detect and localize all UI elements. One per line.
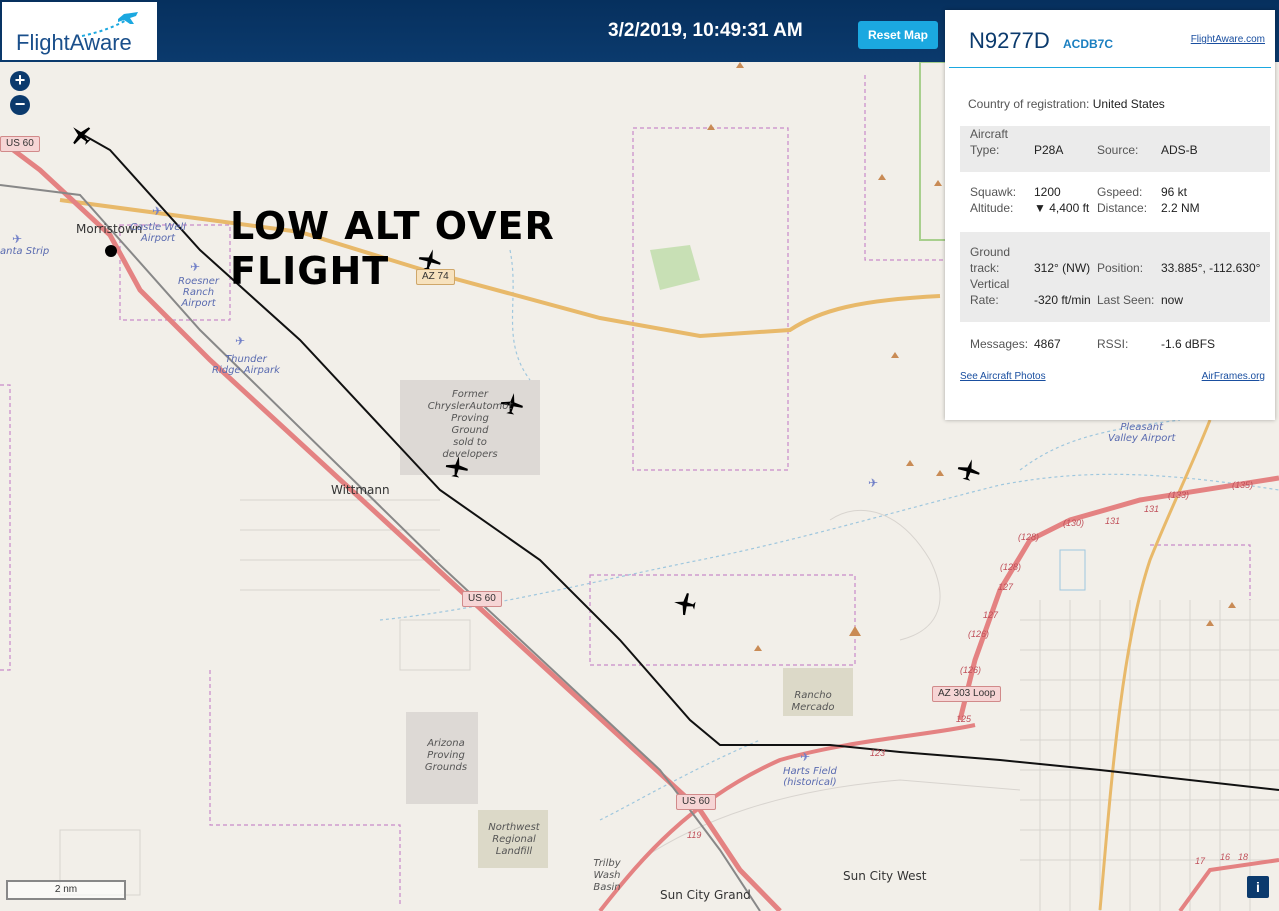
- country-label: Country of registration:: [968, 97, 1090, 111]
- exit-label: 16: [1220, 852, 1231, 862]
- messages-label: Messages:: [970, 337, 1029, 351]
- zoom-out-button[interactable]: −: [10, 95, 30, 115]
- source-value: ADS-B: [1161, 143, 1198, 157]
- poi-label-trilby: Trilby Wash Basin: [593, 858, 621, 893]
- exit-label: 127: [998, 582, 1014, 592]
- airport-label-anta-strip: anta Strip: [0, 246, 50, 257]
- airport-icon: ✈: [800, 750, 811, 764]
- flightaware-link[interactable]: FlightAware.com: [1191, 34, 1265, 45]
- exit-label: 119: [687, 830, 702, 840]
- exit-label: (128): [1018, 532, 1040, 542]
- poi-label-proving-ground: Former ChryslerAutomot Proving Ground sold t…: [427, 389, 513, 460]
- annotation-line-2: FLIGHT: [230, 249, 390, 293]
- aircraft-info-panel: N9277D ACDB7C FlightAware.com Country of…: [945, 10, 1275, 420]
- rssi-value: -1.6 dBFS: [1161, 337, 1216, 351]
- exit-label: 125: [956, 714, 972, 724]
- exit-label: (126): [960, 665, 982, 675]
- poi-label-arizona-proving: Arizona Proving Grounds: [424, 738, 468, 773]
- source-label: Source:: [1097, 143, 1139, 157]
- altitude-value: ▼ 4,400 ft: [1034, 201, 1090, 215]
- position-value: 33.885°, -112.630°: [1161, 261, 1261, 275]
- airport-icon: ✈: [152, 204, 163, 218]
- info-button[interactable]: i: [1247, 876, 1269, 898]
- exit-label: 131: [1144, 504, 1160, 514]
- last-seen-label: Last Seen:: [1097, 293, 1155, 307]
- airport-icon: ✈: [190, 260, 201, 274]
- aircraft-type-label: Aircraft Type:: [970, 127, 1009, 157]
- airport-label-castle-well: Castle Well Airport: [130, 222, 186, 244]
- airport-icon: ✈: [12, 232, 23, 246]
- road-shield-us60: US 60: [676, 794, 716, 810]
- airport-label-roesner: Roesner Ranch Airport: [178, 276, 220, 309]
- messages-value: 4867: [1034, 337, 1061, 351]
- ground-track-value: 312° (NW): [1034, 261, 1091, 275]
- track-position-row: Ground track: 312° (NW) Position: 33.885…: [960, 232, 1270, 322]
- messages-rssi-row: Messages: 4867 RSSI: -1.6 dBFS: [960, 336, 1270, 356]
- airport-label-thunder-ridge: Thunder Ridge Airpark: [212, 354, 280, 376]
- ground-track-label: Ground track:: [970, 245, 1011, 275]
- origin-dot: [105, 245, 117, 257]
- altitude-label: Altitude:: [970, 201, 1014, 215]
- distance-value: 2.2 NM: [1161, 201, 1200, 215]
- town-label: Sun City West: [843, 869, 927, 883]
- squawk-value: 1200: [1034, 185, 1061, 199]
- zoom-in-button[interactable]: +: [10, 71, 30, 91]
- scale-bar: 2 nm: [6, 880, 126, 900]
- road-shield-az74: AZ 74: [416, 269, 455, 285]
- rssi-label: RSSI:: [1097, 337, 1129, 351]
- country-value: United States: [1092, 97, 1165, 111]
- exit-label: (133): [1168, 490, 1190, 500]
- gspeed-label: Gspeed:: [1097, 185, 1143, 199]
- exit-label: (128): [1000, 562, 1022, 572]
- aircraft-type-value: P28A: [1034, 143, 1064, 157]
- airport-icon: ✈: [235, 334, 246, 348]
- aircraft-icon[interactable]: [68, 122, 94, 148]
- timestamp: 3/2/2019, 10:49:31 AM: [608, 20, 803, 41]
- aircraft-icon[interactable]: [672, 591, 698, 617]
- airport-label-pleasant-valley: Pleasant Valley Airport: [1108, 422, 1176, 444]
- aircraft-icon[interactable]: [956, 457, 982, 483]
- town-label: Wittmann: [331, 483, 390, 497]
- airport-label-harts-field: Harts Field (historical): [783, 766, 837, 788]
- airport-icon: ✈: [868, 476, 879, 490]
- vertical-rate-label: Vertical Rate:: [970, 277, 1010, 307]
- road-shield-us60: US 60: [0, 136, 40, 152]
- hex-code: ACDB7C: [1063, 37, 1114, 51]
- exit-label: 123: [870, 748, 886, 758]
- exit-label: (126): [968, 629, 990, 639]
- country-row: Country of registration: United States: [968, 97, 1165, 111]
- town-label: Sun City Grand: [660, 888, 751, 902]
- panel-header: N9277D ACDB7C FlightAware.com: [949, 10, 1271, 68]
- annotation-text: LOW ALT OVER FLIGHT: [230, 204, 555, 294]
- squawk-altitude-row: Squawk: 1200 Gspeed: 96 kt Altitude: ▼ 4…: [960, 184, 1270, 220]
- position-label: Position:: [1097, 261, 1144, 275]
- exit-label: 131: [1105, 516, 1121, 526]
- airframes-link[interactable]: AirFrames.org: [1202, 371, 1265, 382]
- poi-label-rancho-mercado: Rancho Mercado: [791, 690, 835, 713]
- logo-text: FlightAware: [16, 30, 132, 55]
- type-source-row: Aircraft Type: P28A Source: ADS-B: [960, 126, 1270, 172]
- squawk-label: Squawk:: [970, 185, 1017, 199]
- tail-number: N9277D: [969, 28, 1050, 53]
- flightaware-logo[interactable]: FlightAware: [2, 2, 157, 60]
- reset-map-button[interactable]: Reset Map: [858, 21, 938, 49]
- exit-label: (135): [1232, 480, 1254, 490]
- exit-label: 18: [1238, 852, 1249, 862]
- distance-label: Distance:: [1097, 201, 1148, 215]
- last-seen-value: now: [1161, 293, 1184, 307]
- vertical-rate-value: -320 ft/min: [1034, 293, 1091, 307]
- exit-label: 17: [1195, 856, 1206, 866]
- annotation-line-1: LOW ALT OVER: [230, 204, 555, 248]
- road-shield-az303: AZ 303 Loop: [932, 686, 1002, 702]
- aircraft-photos-link[interactable]: See Aircraft Photos: [960, 371, 1046, 382]
- exit-label: 127: [983, 610, 999, 620]
- road-shield-us60: US 60: [462, 591, 502, 607]
- exit-label: (130): [1063, 518, 1085, 528]
- poi-label-landfill: Northwest Regional Landfill: [488, 822, 540, 857]
- gspeed-value: 96 kt: [1161, 185, 1188, 199]
